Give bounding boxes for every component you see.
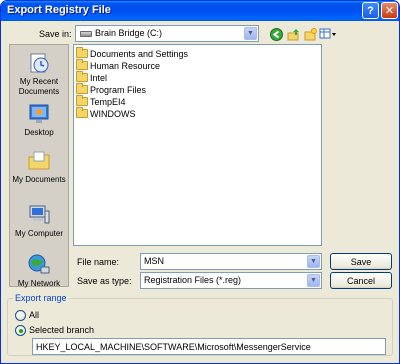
desktop-icon	[26, 102, 52, 126]
folder-icon	[76, 95, 88, 106]
folder-icon	[76, 107, 88, 118]
export-registry-dialog: Export Registry File ? ✕ Save in: Brain …	[0, 0, 400, 364]
folder-icon	[76, 47, 88, 58]
list-item[interactable]: WINDOWS	[76, 107, 136, 119]
folder-icon	[76, 71, 88, 82]
list-item[interactable]: TempEI4	[76, 95, 126, 107]
window-title: Export Registry File	[7, 4, 111, 16]
my-documents-icon	[26, 149, 52, 173]
file-name-value: MSN	[144, 256, 164, 266]
radio-selected-branch-label: Selected branch	[29, 325, 95, 335]
place-my-documents[interactable]: My Documents	[10, 149, 68, 185]
help-icon: ?	[367, 4, 374, 17]
file-name-label: File name:	[77, 257, 120, 267]
help-button[interactable]: ?	[362, 2, 379, 19]
radio-all[interactable]	[15, 310, 26, 321]
radio-selected-branch[interactable]	[15, 325, 26, 336]
list-item[interactable]: Documents and Settings	[76, 47, 189, 59]
radio-all-label: All	[29, 310, 40, 320]
place-label: My Computer	[14, 229, 63, 238]
place-label: My Network	[17, 279, 61, 288]
up-folder-icon[interactable]	[286, 27, 300, 41]
save-in-value: Brain Bridge (C:)	[95, 28, 163, 38]
branch-path-value: HKEY_LOCAL_MACHINE\SOFTWARE\Microsoft\Me…	[36, 342, 311, 352]
cancel-button[interactable]: Cancel	[330, 272, 392, 289]
file-name-text: Documents and Settings	[90, 48, 189, 59]
list-item[interactable]: Human Resource	[76, 59, 161, 71]
close-icon: ✕	[384, 5, 395, 17]
list-item[interactable]: Program Files	[76, 83, 147, 95]
save-as-type-dropdown[interactable]: Registration Files (*.reg) ▼	[140, 272, 322, 289]
place-desktop[interactable]: Desktop	[10, 102, 68, 138]
file-name-field[interactable]: MSN ▼	[140, 253, 322, 270]
folder-icon	[76, 59, 88, 70]
file-name-text: TempEI4	[90, 96, 126, 107]
places-bar: My Recent Documents Desktop My Documents…	[9, 44, 69, 289]
save-in-label: Save in:	[39, 29, 72, 39]
place-my-network[interactable]: My Network	[10, 253, 68, 289]
back-icon[interactable]	[269, 27, 283, 41]
place-my-recent-documents[interactable]: My Recent Documents	[10, 51, 68, 97]
list-item[interactable]: Intel	[76, 71, 108, 83]
file-list[interactable]: Documents and Settings Human Resource In…	[73, 44, 322, 246]
close-button[interactable]: ✕	[381, 2, 398, 19]
place-label: My Documents	[12, 175, 66, 184]
cancel-button-label: Cancel	[346, 275, 375, 286]
my-computer-icon	[26, 203, 52, 227]
title-bar[interactable]: Export Registry File ? ✕	[1, 1, 399, 21]
my-network-icon	[26, 253, 52, 277]
file-name-text: Program Files	[90, 84, 147, 95]
chevron-down-icon[interactable]: ▼	[244, 27, 257, 40]
place-my-computer[interactable]: My Computer	[10, 203, 68, 239]
place-label: Desktop	[24, 128, 54, 137]
save-button[interactable]: Save	[330, 253, 392, 270]
save-button-label: Save	[350, 256, 372, 267]
save-as-type-value: Registration Files (*.reg)	[144, 275, 242, 285]
file-name-text: Human Resource	[90, 60, 161, 71]
chevron-down-icon[interactable]: ▼	[307, 274, 320, 287]
place-label: My Recent Documents	[18, 77, 60, 96]
folder-icon	[76, 83, 88, 94]
save-as-type-label: Save as type:	[77, 276, 132, 286]
file-name-text: Intel	[90, 72, 108, 83]
drive-icon	[80, 30, 92, 37]
export-range-title: Export range	[13, 293, 69, 303]
save-in-dropdown[interactable]: Brain Bridge (C:) ▼	[75, 25, 259, 42]
new-folder-icon[interactable]	[303, 27, 317, 41]
chevron-down-icon[interactable]: ▼	[307, 255, 320, 268]
file-name-text: WINDOWS	[90, 108, 136, 119]
recent-documents-icon	[26, 51, 52, 75]
view-menu-icon[interactable]	[319, 27, 337, 41]
branch-path-field[interactable]: HKEY_LOCAL_MACHINE\SOFTWARE\Microsoft\Me…	[32, 338, 386, 355]
